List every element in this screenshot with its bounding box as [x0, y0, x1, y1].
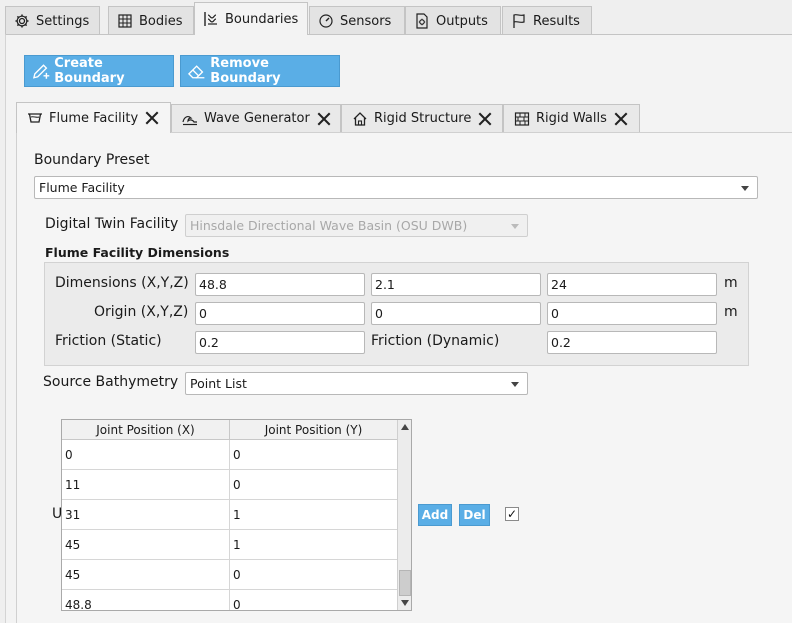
wave-boundary-icon: [204, 12, 217, 26]
dimension-z-input[interactable]: 24: [547, 273, 717, 296]
eraser-icon: [187, 65, 205, 79]
cell-y[interactable]: 0: [230, 560, 398, 590]
table-row[interactable]: 0 0: [62, 440, 398, 470]
tab-settings[interactable]: Settings: [5, 6, 100, 35]
tab-rigid-walls-label: Rigid Walls: [536, 111, 607, 126]
tab-rigid-walls[interactable]: Rigid Walls: [503, 104, 640, 132]
cell-x[interactable]: 48.8: [62, 590, 230, 610]
delete-point-button[interactable]: Del: [459, 504, 490, 526]
chevron-down-icon: [511, 223, 519, 229]
origin-y-input[interactable]: 0: [371, 302, 541, 325]
flag-icon: [513, 14, 525, 28]
document-gear-icon: [416, 13, 428, 29]
cell-y[interactable]: 1: [230, 530, 398, 560]
main-tab-bar: Settings Bodies Boundaries Sensors Outpu…: [5, 2, 792, 35]
source-bathymetry-value: Point List: [190, 376, 247, 391]
tab-boundaries[interactable]: Boundaries: [194, 2, 308, 35]
add-point-button[interactable]: Add: [418, 504, 452, 526]
dimension-x-input[interactable]: 48.8: [195, 273, 365, 296]
tab-wave-generator[interactable]: Wave Generator: [171, 104, 341, 132]
basin-icon: [28, 113, 42, 123]
brick-wall-icon: [514, 111, 530, 126]
dimensions-group-title: Flume Facility Dimensions: [45, 245, 230, 260]
tab-sensors-label: Sensors: [340, 13, 392, 29]
digital-twin-label: Digital Twin Facility: [45, 216, 179, 232]
tab-results-label: Results: [533, 13, 580, 29]
pencil-plus-icon: [32, 64, 50, 79]
chevron-down-icon: [741, 185, 749, 191]
remove-boundary-button[interactable]: Remove Boundary: [180, 55, 340, 87]
table-scrollbar[interactable]: [397, 420, 411, 610]
source-bathymetry-label: Source Bathymetry: [43, 374, 179, 390]
origin-label: Origin (X,Y,Z): [94, 304, 189, 320]
cell-y[interactable]: 0: [230, 470, 398, 500]
tab-wave-generator-label: Wave Generator: [204, 111, 310, 126]
friction-dynamic-input[interactable]: 0.2: [547, 331, 717, 354]
gear-icon: [15, 14, 29, 28]
source-bathymetry-select[interactable]: Point List: [185, 372, 528, 395]
friction-static-label: Friction (Static): [55, 333, 162, 349]
wave-icon: [182, 115, 197, 125]
dimension-y-input[interactable]: 2.1: [371, 273, 541, 296]
tab-bodies[interactable]: Bodies: [108, 6, 194, 35]
option-checkbox[interactable]: ✓: [505, 507, 519, 521]
tab-results[interactable]: Results: [502, 6, 592, 35]
tab-flume-facility-label: Flume Facility: [49, 110, 139, 126]
cell-x[interactable]: 31: [62, 500, 230, 530]
tab-outputs[interactable]: Outputs: [405, 6, 501, 35]
cell-y[interactable]: 0: [230, 590, 398, 610]
dimensions-label: Dimensions (X,Y,Z): [55, 275, 189, 291]
column-header-y[interactable]: Joint Position (Y): [230, 420, 398, 440]
column-header-x[interactable]: Joint Position (X): [62, 420, 230, 440]
remove-boundary-label: Remove Boundary: [210, 56, 281, 86]
cube-grid-icon: [118, 14, 132, 28]
create-boundary-label: Create Boundary: [54, 56, 125, 86]
boundary-tab-bar: Flume Facility Wave Generator Rigid Stru…: [16, 102, 792, 133]
boundary-preset-label: Boundary Preset: [34, 152, 150, 168]
table-row[interactable]: 45 1: [62, 530, 398, 560]
tab-outputs-label: Outputs: [436, 13, 488, 29]
create-boundary-button[interactable]: Create Boundary: [24, 55, 174, 87]
tab-rigid-structure-label: Rigid Structure: [374, 111, 472, 126]
origin-z-input[interactable]: 0: [547, 302, 717, 325]
friction-static-input[interactable]: 0.2: [195, 331, 365, 354]
scrollbar-thumb[interactable]: [399, 570, 411, 596]
dimensions-unit: m: [724, 275, 738, 291]
cell-y[interactable]: 1: [230, 500, 398, 530]
tab-bodies-label: Bodies: [139, 13, 183, 29]
scroll-down-arrow-icon[interactable]: [401, 600, 409, 606]
cell-y[interactable]: 0: [230, 440, 398, 470]
joint-position-table[interactable]: Joint Position (X) Joint Position (Y) 0 …: [61, 419, 412, 611]
tab-sensors[interactable]: Sensors: [309, 6, 405, 35]
tab-settings-label: Settings: [36, 13, 90, 29]
tab-flume-facility[interactable]: Flume Facility: [16, 102, 171, 133]
scroll-up-arrow-icon[interactable]: [401, 424, 409, 430]
close-tab-icon[interactable]: [613, 111, 629, 127]
cell-x[interactable]: 45: [62, 530, 230, 560]
close-tab-icon[interactable]: [144, 110, 160, 126]
table-row[interactable]: 48.8 0: [62, 590, 398, 610]
friction-dynamic-label: Friction (Dynamic): [371, 333, 500, 349]
tab-rigid-structure[interactable]: Rigid Structure: [341, 104, 503, 132]
close-tab-icon[interactable]: [316, 111, 332, 127]
tab-boundaries-label: Boundaries: [225, 11, 299, 27]
cell-x[interactable]: 0: [62, 440, 230, 470]
close-tab-icon[interactable]: [477, 111, 493, 127]
chevron-down-icon: [511, 381, 519, 387]
house-icon: [353, 111, 367, 126]
origin-unit: m: [724, 304, 738, 320]
digital-twin-value: Hinsdale Directional Wave Basin (OSU DWB…: [190, 218, 468, 233]
table-row[interactable]: 31 1: [62, 500, 398, 530]
cell-x[interactable]: 45: [62, 560, 230, 590]
boundary-preset-select[interactable]: Flume Facility: [34, 176, 758, 199]
origin-x-input[interactable]: 0: [195, 302, 365, 325]
cell-x[interactable]: 11: [62, 470, 230, 500]
table-row[interactable]: 45 0: [62, 560, 398, 590]
digital-twin-select: Hinsdale Directional Wave Basin (OSU DWB…: [185, 214, 528, 237]
gauge-icon: [319, 14, 333, 28]
table-row[interactable]: 11 0: [62, 470, 398, 500]
boundary-preset-value: Flume Facility: [39, 180, 125, 195]
